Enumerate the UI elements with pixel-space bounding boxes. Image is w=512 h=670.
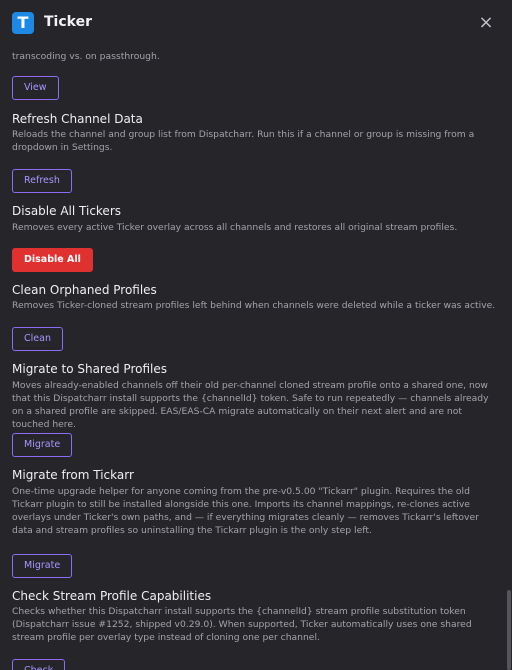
- close-icon[interactable]: ×: [476, 14, 496, 34]
- modal-scroll-area[interactable]: transcoding vs. on passthrough. View Ref…: [0, 46, 506, 670]
- section-description-check-caps: Checks whether this Dispatcharr install …: [12, 606, 472, 643]
- check-button[interactable]: Check: [12, 659, 66, 670]
- section-description-disable: Removes every active Ticker overlay acro…: [12, 222, 458, 233]
- section-title-clean: Clean Orphaned Profiles: [12, 283, 157, 297]
- section-title-migrate-tickarr: Migrate from Tickarr: [12, 468, 134, 482]
- section-description-clean: Removes Ticker-cloned stream profiles le…: [12, 300, 496, 311]
- view-button[interactable]: View: [12, 76, 59, 100]
- section-title-migrate-shared: Migrate to Shared Profiles: [12, 362, 167, 376]
- modal-title: Ticker: [44, 14, 92, 30]
- migrate-shared-button[interactable]: Migrate: [12, 433, 73, 457]
- disable-all-button[interactable]: Disable All: [12, 248, 93, 272]
- section-title-refresh: Refresh Channel Data: [12, 112, 143, 126]
- refresh-button[interactable]: Refresh: [12, 169, 72, 193]
- section-description-migrate-tickarr: One-time upgrade helper for anyone comin…: [12, 486, 479, 536]
- section-title-disable: Disable All Tickers: [12, 204, 122, 218]
- modal-header: T Ticker ×: [0, 0, 512, 46]
- section-description: transcoding vs. on passthrough.: [12, 51, 160, 62]
- ticker-logo-icon: T: [12, 12, 34, 34]
- migrate-tickarr-button[interactable]: Migrate: [12, 554, 73, 578]
- clean-button[interactable]: Clean: [12, 327, 63, 351]
- scrollbar-thumb[interactable]: [507, 590, 511, 670]
- section-title-check-caps: Check Stream Profile Capabilities: [12, 589, 212, 603]
- ticker-settings-modal: T Ticker × transcoding vs. on passthroug…: [0, 0, 512, 670]
- section-description-refresh: Reloads the channel and group list from …: [12, 129, 475, 153]
- section-description-migrate-shared: Moves already-enabled channels off their…: [12, 380, 489, 430]
